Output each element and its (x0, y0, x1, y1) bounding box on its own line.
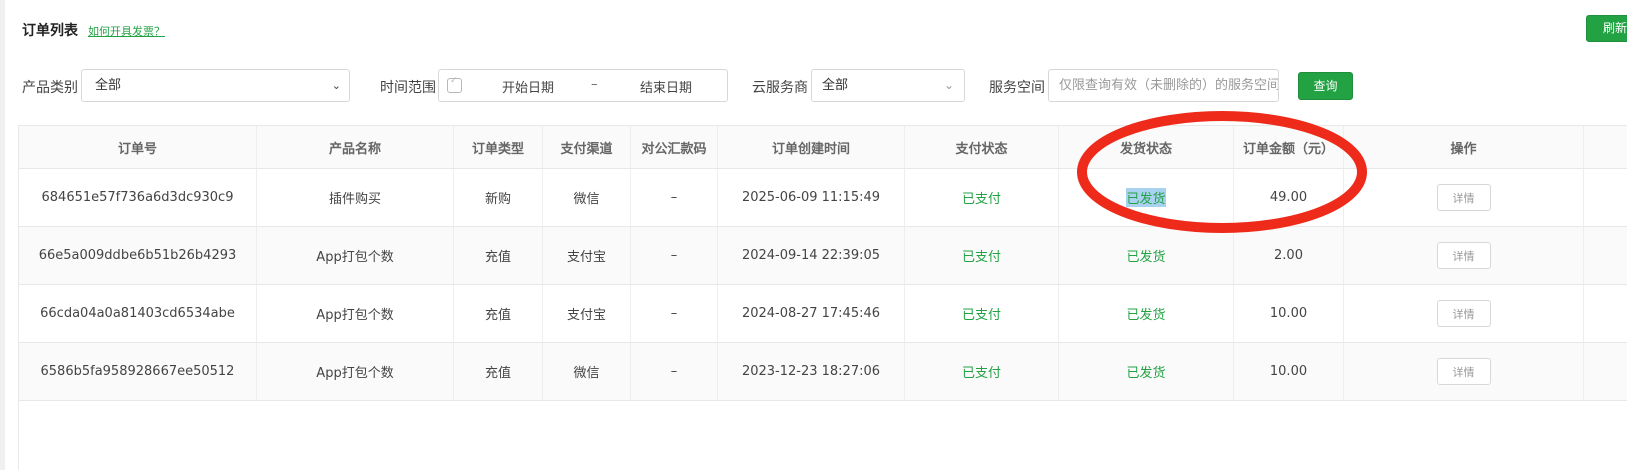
cloud-provider-select[interactable]: 全部 ⌄ (811, 69, 965, 102)
pay-status-cell: 已支付 (905, 227, 1059, 284)
detail-button[interactable]: 详情 (1436, 242, 1491, 269)
end-date-input[interactable]: 结束日期 (640, 77, 692, 96)
amount-cell: 2.00 (1234, 227, 1344, 284)
product-name-cell: App打包个数 (257, 343, 454, 400)
order-type-cell: 充值 (454, 285, 543, 342)
header-order-id: 订单号 (19, 126, 257, 168)
service-space-input[interactable] (1048, 69, 1279, 102)
header-amount: 订单金额（元） (1234, 126, 1344, 168)
remit-code-cell: – (631, 227, 718, 284)
actions-cell: 详情 (1344, 285, 1584, 342)
created-time-cell: 2023-12-23 18:27:06 (718, 343, 905, 400)
table-row: 66e5a009ddbe6b51b26b4293 App打包个数 充值 支付宝 … (19, 227, 1627, 285)
table-header-row: 订单号 产品名称 订单类型 支付渠道 对公汇款码 订单创建时间 支付状态 发货状… (19, 126, 1627, 169)
pay-status-cell: 已支付 (905, 343, 1059, 400)
table-row: 6586b5fa958928667ee50512 App打包个数 充值 微信 –… (19, 343, 1627, 401)
chevron-down-icon: ⌄ (331, 79, 341, 92)
order-id-cell: 684651e57f736a6d3dc930c9 (19, 169, 257, 226)
cloud-provider-label: 云服务商 (752, 80, 808, 96)
product-name-cell: 插件购买 (257, 169, 454, 226)
chevron-down-icon: ⌄ (943, 78, 954, 92)
amount-cell: 10.00 (1234, 343, 1344, 400)
remit-code-cell: – (631, 285, 718, 342)
actions-cell: 详情 (1344, 227, 1584, 284)
service-space-label: 服务空间 (989, 80, 1045, 96)
actions-cell: 详情 (1344, 343, 1584, 400)
table-row: 66cda04a0a81403cd6534abe App打包个数 充值 支付宝 … (19, 285, 1627, 343)
header-created-time: 订单创建时间 (718, 126, 905, 168)
pay-channel-cell: 微信 (543, 343, 631, 400)
order-type-cell: 充值 (454, 227, 543, 284)
detail-button[interactable]: 详情 (1436, 184, 1491, 211)
header-remit-code: 对公汇款码 (631, 126, 718, 168)
order-id-cell: 66e5a009ddbe6b51b26b4293 (19, 227, 257, 284)
header-actions: 操作 (1344, 126, 1584, 168)
header-order-type: 订单类型 (454, 126, 543, 168)
detail-button[interactable]: 详情 (1436, 300, 1491, 327)
product-type-value: 全部 (95, 78, 122, 93)
product-type-select[interactable]: 全部 ⌄ (81, 69, 350, 102)
actions-cell: 详情 (1344, 169, 1584, 226)
amount-cell: 49.00 (1234, 169, 1344, 226)
header-ship-status: 发货状态 (1059, 126, 1234, 168)
remit-code-cell: – (631, 343, 718, 400)
order-type-cell: 新购 (454, 169, 543, 226)
invoice-help-link[interactable]: 如何开具发票？ (88, 23, 165, 39)
orders-table: 订单号 产品名称 订单类型 支付渠道 对公汇款码 订单创建时间 支付状态 发货状… (18, 125, 1627, 470)
order-type-cell: 充值 (454, 343, 543, 400)
date-range-picker[interactable]: 开始日期 – 结束日期 (438, 69, 728, 102)
time-range-label: 时间范围 (380, 80, 436, 96)
created-time-cell: 2025-06-09 11:15:49 (718, 169, 905, 226)
product-name-cell: App打包个数 (257, 285, 454, 342)
table-row: 684651e57f736a6d3dc930c9 插件购买 新购 微信 – 20… (19, 169, 1627, 227)
created-time-cell: 2024-08-27 17:45:46 (718, 285, 905, 342)
product-type-label: 产品类别 (22, 80, 78, 96)
pay-status-cell: 已支付 (905, 169, 1059, 226)
pay-channel-cell: 支付宝 (543, 285, 631, 342)
query-button[interactable]: 查询 (1298, 72, 1353, 100)
calendar-icon (447, 76, 462, 93)
amount-cell: 10.00 (1234, 285, 1344, 342)
date-separator: – (591, 77, 598, 92)
left-panel-edge (0, 0, 5, 470)
start-date-input[interactable]: 开始日期 (502, 77, 554, 96)
pay-channel-cell: 微信 (543, 169, 631, 226)
refresh-button[interactable]: 刷新 (1586, 15, 1627, 42)
header-product-name: 产品名称 (257, 126, 454, 168)
order-id-cell: 66cda04a0a81403cd6534abe (19, 285, 257, 342)
remit-code-cell: – (631, 169, 718, 226)
cloud-provider-value: 全部 (822, 78, 849, 93)
ship-status-highlighted-text: 已发货 (1126, 188, 1166, 207)
ship-status-cell: 已发货 (1059, 285, 1234, 342)
ship-status-cell: 已发货 (1059, 227, 1234, 284)
ship-status-cell: 已发货 (1059, 169, 1234, 226)
detail-button[interactable]: 详情 (1436, 358, 1491, 385)
pay-channel-cell: 支付宝 (543, 227, 631, 284)
product-name-cell: App打包个数 (257, 227, 454, 284)
pay-status-cell: 已支付 (905, 285, 1059, 342)
ship-status-cell: 已发货 (1059, 343, 1234, 400)
header-pay-channel: 支付渠道 (543, 126, 631, 168)
page-header: 订单列表 如何开具发票？ (22, 20, 165, 40)
header-pay-status: 支付状态 (905, 126, 1059, 168)
created-time-cell: 2024-09-14 22:39:05 (718, 227, 905, 284)
order-id-cell: 6586b5fa958928667ee50512 (19, 343, 257, 400)
page-title: 订单列表 (22, 23, 78, 39)
